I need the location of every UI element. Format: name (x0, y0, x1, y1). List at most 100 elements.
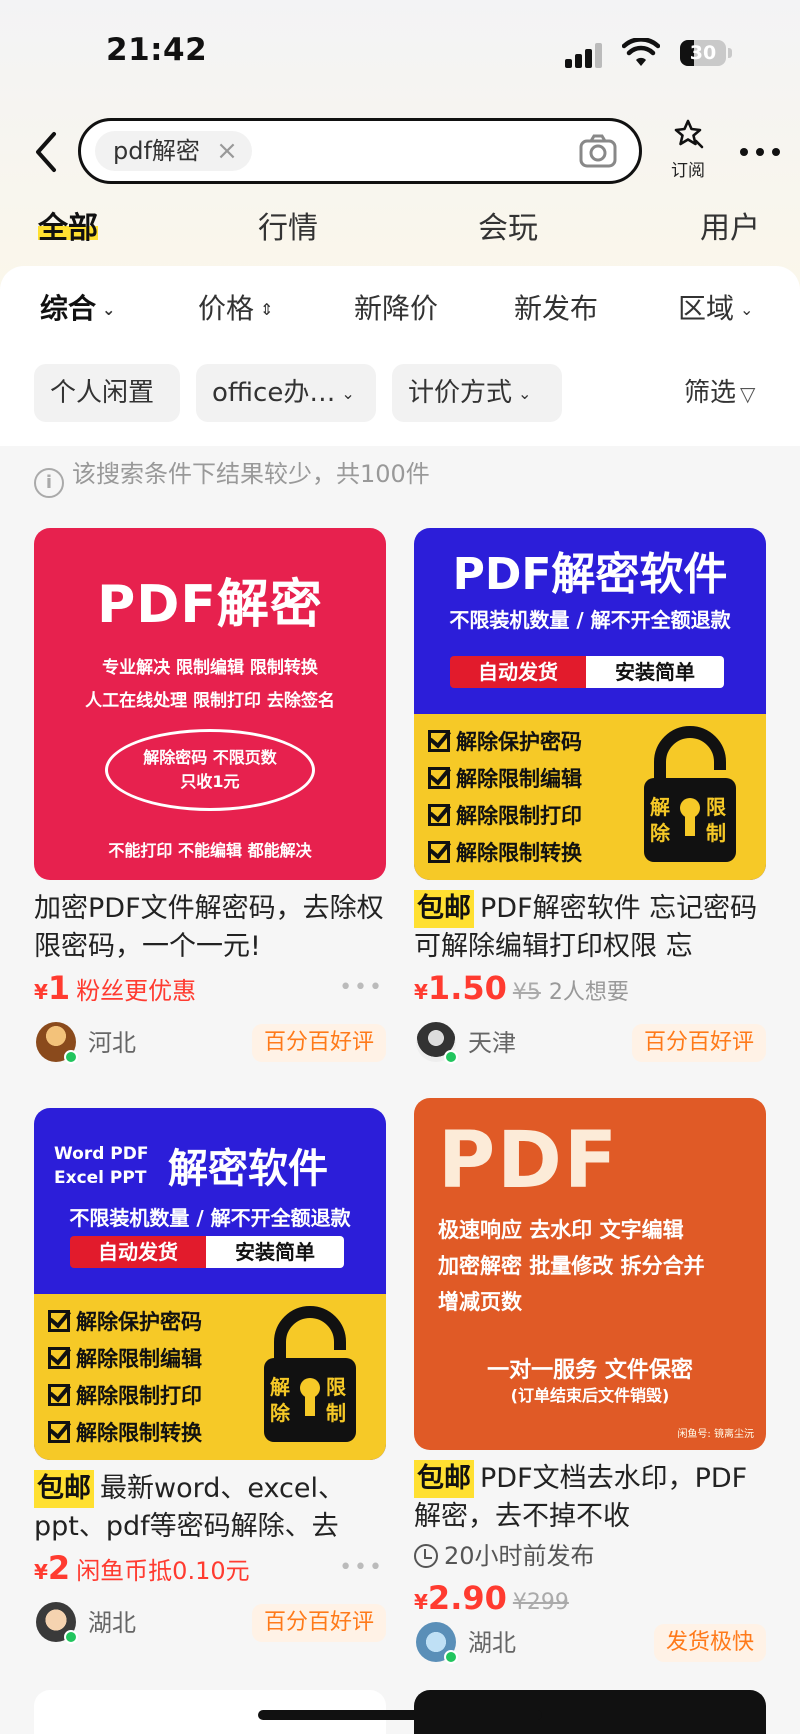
image-banner: PDF解密软件 不限装机数量 / 解不开全额退款 自动发货 安装简单 (414, 528, 766, 714)
free-shipping-tag: 包邮 (34, 1470, 94, 1508)
product-title[interactable]: 包邮 PDF文档去水印，PDF解密，去不掉不收 (414, 1460, 766, 1536)
sort-label: 价格 (198, 292, 255, 325)
sort-price[interactable]: 价格 ⇕ (198, 286, 273, 333)
image-text: 解除限制转换 (76, 1421, 202, 1445)
image-checklist: 解除保护密码 解除限制编辑 解除限制打印 解除限制转换 (428, 724, 582, 872)
chevron-down-icon: ⌄ (518, 383, 532, 403)
free-shipping-tag: 包邮 (414, 1460, 474, 1498)
original-price: ¥5 (512, 980, 541, 1005)
image-text: 解除 (270, 1375, 290, 1425)
checklist-item: 解除限制编辑 (428, 761, 582, 798)
home-indicator[interactable] (258, 1710, 542, 1720)
tab-market[interactable]: 行情 (258, 206, 318, 252)
checklist-item: 解除限制转换 (428, 835, 582, 872)
back-arrow-icon[interactable] (30, 130, 64, 174)
sort-newly-published[interactable]: 新发布 (514, 286, 598, 332)
seller-location: 湖北 (468, 1629, 516, 1657)
product-title[interactable]: 包邮 最新word、excel、ppt、pdf等密码解除、去 (34, 1470, 386, 1546)
search-query-text: pdf解密 (113, 137, 200, 165)
sort-new-price-drop[interactable]: 新降价 (354, 286, 438, 332)
tab-users[interactable]: 用户 (700, 206, 760, 252)
wants-count: 2人想要 (548, 980, 629, 1005)
image-text: (订单结束后文件销毁) (510, 1386, 670, 1405)
price-row: ¥2.90 ¥299 (414, 1576, 766, 1620)
tab-all[interactable]: 全部 (38, 206, 98, 252)
product-image[interactable]: PDF解密软件 不限装机数量 / 解不开全额退款 自动发货 安装简单 解除保护密… (414, 528, 766, 880)
product-card[interactable]: PDF解密软件 不限装机数量 / 解不开全额退款 自动发货 安装简单 解除保护密… (414, 528, 766, 1066)
status-bar: 21:42 30 (0, 0, 800, 100)
camera-icon[interactable] (579, 134, 617, 168)
chevron-down-icon: ⌄ (341, 383, 355, 403)
image-text: 安装简单 (586, 656, 724, 688)
product-image[interactable]: PDF 极速响应 去水印 文字编辑 加密解密 批量修改 拆分合并 增减页数 一对… (414, 1098, 766, 1450)
product-card[interactable]: PDF 极速响应 去水印 文字编辑 加密解密 批量修改 拆分合并 增减页数 一对… (414, 1098, 766, 1666)
image-text: Excel PPT (54, 1168, 147, 1188)
image-text: 解除 (650, 795, 670, 845)
image-text: 解除限制打印 (76, 1384, 202, 1408)
image-text: 只收1元 (180, 772, 240, 791)
more-options-icon[interactable]: ••• (339, 966, 384, 1010)
publish-time: 20小时前发布 (414, 1536, 766, 1576)
filter-pricing-method[interactable]: 计价方式 ⌄ (392, 364, 562, 422)
result-count-notice: i 该搜索条件下结果较少，共100件 (34, 456, 430, 498)
online-status-dot (64, 1630, 78, 1644)
sort-updown-icon: ⇕ (260, 300, 274, 319)
clear-query-icon[interactable]: × (216, 131, 238, 171)
product-price: 2 (47, 1549, 71, 1587)
checklist-item: 解除限制编辑 (48, 1341, 202, 1378)
more-options-icon[interactable] (738, 140, 782, 160)
image-text: 专业解决 限制编辑 限制转换 (102, 658, 318, 678)
product-image[interactable]: Word PDF Excel PPT 解密软件 不限装机数量 / 解不开全额退款… (34, 1108, 386, 1460)
sort-region[interactable]: 区域 ⌄ (678, 286, 753, 333)
product-title[interactable]: 包邮 PDF解密软件 忘记密码可解除编辑打印权限 忘 (414, 890, 766, 966)
search-box[interactable]: pdf解密 × (78, 118, 642, 184)
tab-label: 全部 (38, 211, 98, 246)
product-card[interactable]: PDF解密 专业解决 限制编辑 限制转换 人工在线处理 限制打印 去除签名 解除… (34, 528, 386, 1066)
seller-row[interactable]: 湖北 发货极快 (414, 1620, 766, 1666)
currency-symbol: ¥ (34, 1560, 48, 1584)
clock-icon (414, 1544, 438, 1568)
product-image[interactable]: PDF解密 专业解决 限制编辑 限制转换 人工在线处理 限制打印 去除签名 解除… (34, 528, 386, 880)
filter-office[interactable]: office办… ⌄ (196, 364, 376, 422)
seller-row[interactable]: 河北 百分百好评 (34, 1020, 386, 1066)
funnel-icon: ▽ (740, 382, 756, 406)
tab-play[interactable]: 会玩 (478, 206, 538, 252)
currency-symbol: ¥ (414, 980, 428, 1004)
filter-button[interactable]: 筛选 ▽ (684, 364, 755, 423)
image-text: 限制 (326, 1375, 346, 1425)
image-button-row: 自动发货 安装简单 (450, 656, 730, 688)
filter-personal-idle[interactable]: 个人闲置 (34, 364, 180, 422)
image-checklist: 解除保护密码 解除限制编辑 解除限制打印 解除限制转换 (48, 1304, 202, 1452)
image-text: 自动发货 (70, 1236, 206, 1268)
checkbox-icon (428, 804, 450, 826)
checkbox-icon (428, 767, 450, 789)
seller-row[interactable]: 湖北 百分百好评 (34, 1600, 386, 1646)
seller-row[interactable]: 天津 百分百好评 (414, 1020, 766, 1066)
publish-time-text: 20小时前发布 (444, 1542, 595, 1570)
chevron-down-icon: ⌄ (740, 300, 754, 319)
image-text: 加密解密 批量修改 拆分合并 (438, 1254, 705, 1278)
image-text: 不能打印 不能编辑 都能解决 (108, 841, 312, 860)
product-title[interactable]: 加密PDF文件解密码，去除权限密码，一个一元! (34, 890, 386, 966)
image-text: 解除限制转换 (456, 841, 582, 865)
subscribe-button[interactable]: 订阅 (662, 118, 714, 184)
sort-comprehensive[interactable]: 综合 ⌄ (40, 286, 115, 333)
checklist-item: 解除保护密码 (48, 1304, 202, 1341)
currency-symbol: ¥ (34, 980, 48, 1004)
online-status-dot (444, 1050, 458, 1064)
more-options-icon[interactable]: ••• (339, 1546, 384, 1590)
image-text: 解除限制打印 (456, 804, 582, 828)
product-card[interactable]: Word PDF Excel PPT 解密软件 不限装机数量 / 解不开全额退款… (34, 1108, 386, 1646)
seller-location: 天津 (468, 1029, 516, 1057)
checklist-item: 解除限制打印 (48, 1378, 202, 1415)
checkbox-icon (428, 730, 450, 752)
status-badge: 百分百好评 (251, 1024, 386, 1062)
currency-symbol: ¥ (414, 1590, 428, 1614)
online-status-dot (64, 1050, 78, 1064)
seller-location: 河北 (88, 1029, 136, 1057)
image-text: 人工在线处理 限制打印 去除签名 (85, 691, 335, 711)
image-feature-area: 解除保护密码 解除限制编辑 解除限制打印 解除限制转换 解除 限制 (34, 1294, 386, 1460)
price-row: ¥1 粉丝更优惠 ••• (34, 966, 386, 1010)
battery-icon: 30 (680, 40, 726, 66)
search-query-chip[interactable]: pdf解密 × (95, 131, 252, 171)
